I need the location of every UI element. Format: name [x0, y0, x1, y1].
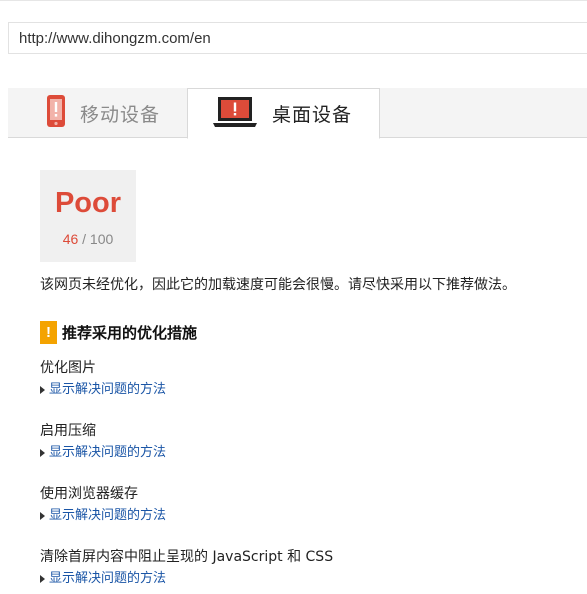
- show-fix-link[interactable]: 显示解决问题的方法: [40, 568, 580, 590]
- triangle-right-icon: [40, 512, 45, 520]
- url-input[interactable]: http://www.dihongzm.com/en: [8, 22, 587, 54]
- show-fix-link[interactable]: 显示解决问题的方法: [40, 379, 580, 401]
- laptop-warning-icon: [212, 96, 258, 132]
- rule-item: 使用浏览器缓存 显示解决问题的方法: [40, 483, 580, 527]
- device-tabs: 移动设备 桌面设备: [8, 88, 587, 139]
- tab-desktop[interactable]: 桌面设备: [187, 88, 380, 139]
- rule-name: 优化图片: [40, 360, 96, 376]
- show-fix-link[interactable]: 显示解决问题的方法: [40, 505, 580, 527]
- show-fix-link-label: 显示解决问题的方法: [49, 508, 167, 523]
- section-title: 推荐采用的优化措施: [62, 324, 198, 342]
- show-fix-link-label: 显示解决问题的方法: [49, 382, 167, 397]
- rule-item: 优化图片 显示解决问题的方法: [40, 357, 580, 401]
- top-divider: [0, 0, 587, 1]
- triangle-right-icon: [40, 449, 45, 457]
- score-value: 46: [62, 231, 79, 247]
- tab-mobile[interactable]: 移动设备: [8, 88, 187, 138]
- show-fix-link-label: 显示解决问题的方法: [49, 571, 167, 586]
- score-rating: Poor: [54, 187, 122, 219]
- score-max: / 100: [82, 231, 114, 247]
- score-panel: Poor 46 / 100: [40, 170, 136, 262]
- summary-text: 该网页未经优化，因此它的加载速度可能会很慢。请尽快采用以下推荐做法。: [40, 277, 516, 293]
- section-header: ! 推荐采用的优化措施: [40, 321, 197, 344]
- warning-icon: !: [40, 321, 57, 344]
- score-number: 46 / 100: [40, 231, 136, 247]
- url-text: http://www.dihongzm.com/en: [19, 29, 211, 47]
- tab-mobile-label: 移动设备: [80, 103, 161, 126]
- show-fix-link[interactable]: 显示解决问题的方法: [40, 442, 580, 464]
- tab-desktop-label: 桌面设备: [272, 104, 353, 126]
- rule-name: 清除首屏内容中阻止呈现的 JavaScript 和 CSS: [40, 549, 334, 565]
- rule-name: 启用压缩: [40, 423, 96, 439]
- rule-name: 使用浏览器缓存: [40, 486, 138, 502]
- triangle-right-icon: [40, 575, 45, 583]
- rule-item: 清除首屏内容中阻止呈现的 JavaScript 和 CSS 显示解决问题的方法: [40, 546, 580, 590]
- rule-item: 启用压缩 显示解决问题的方法: [40, 420, 580, 464]
- mobile-phone-warning-icon: [46, 94, 66, 132]
- show-fix-link-label: 显示解决问题的方法: [49, 445, 167, 460]
- triangle-right-icon: [40, 386, 45, 394]
